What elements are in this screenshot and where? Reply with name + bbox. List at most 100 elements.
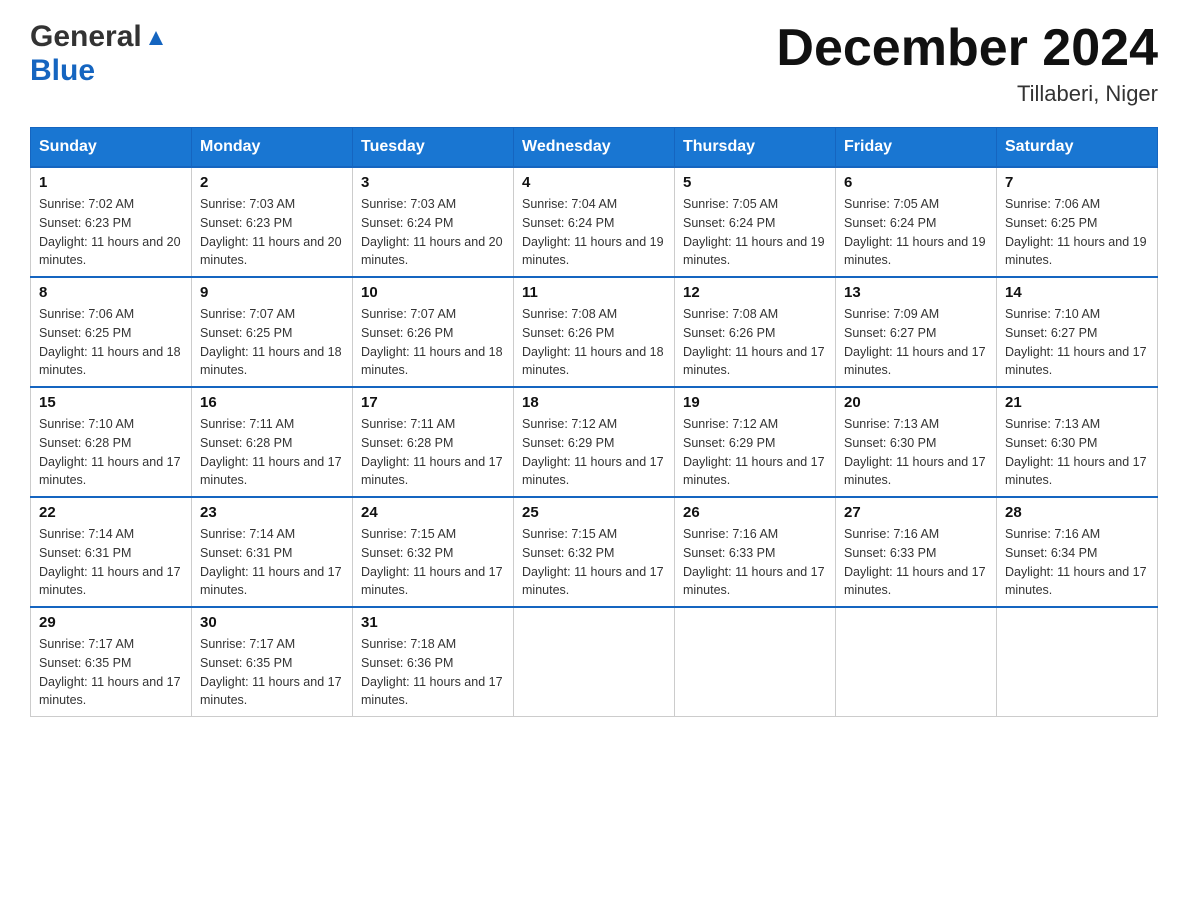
title-area: December 2024 Tillaberi, Niger	[776, 20, 1158, 107]
day-info: Sunrise: 7:16 AMSunset: 6:34 PMDaylight:…	[1005, 525, 1149, 600]
table-row: 6 Sunrise: 7:05 AMSunset: 6:24 PMDaylight…	[836, 167, 997, 277]
table-row: 11 Sunrise: 7:08 AMSunset: 6:26 PMDayligh…	[514, 277, 675, 387]
page-header: General Blue December 2024 Tillaberi, Ni…	[30, 20, 1158, 107]
location-title: Tillaberi, Niger	[776, 81, 1158, 107]
day-info: Sunrise: 7:10 AMSunset: 6:28 PMDaylight:…	[39, 415, 183, 490]
day-info: Sunrise: 7:17 AMSunset: 6:35 PMDaylight:…	[39, 635, 183, 710]
logo: General Blue	[30, 20, 167, 88]
day-info: Sunrise: 7:05 AMSunset: 6:24 PMDaylight:…	[844, 195, 988, 270]
table-row: 13Sunrise: 7:09 AMSunset: 6:27 PMDayligh…	[836, 277, 997, 387]
day-number: 6	[844, 174, 988, 191]
day-info: Sunrise: 7:18 AMSunset: 6:36 PMDaylight:…	[361, 635, 505, 710]
day-info: Sunrise: 7:06 AMSunset: 6:25 PMDaylight:…	[1005, 195, 1149, 270]
day-info: Sunrise: 7:15 AMSunset: 6:32 PMDaylight:…	[522, 525, 666, 600]
day-info: Sunrise: 7:16 AMSunset: 6:33 PMDaylight:…	[844, 525, 988, 600]
day-info: Sunrise: 7:13 AMSunset: 6:30 PMDaylight:…	[844, 415, 988, 490]
day-info: Sunrise: 7:11 AMSunset: 6:28 PMDaylight:…	[200, 415, 344, 490]
day-info: Sunrise: 7:03 AMSunset: 6:24 PMDaylight:…	[361, 195, 505, 270]
table-row	[514, 607, 675, 717]
table-row: 26Sunrise: 7:16 AMSunset: 6:33 PMDayligh…	[675, 497, 836, 607]
table-row: 21Sunrise: 7:13 AMSunset: 6:30 PMDayligh…	[997, 387, 1158, 497]
day-number: 10	[361, 284, 505, 301]
day-number: 8	[39, 284, 183, 301]
col-friday: Friday	[836, 128, 997, 168]
day-number: 4	[522, 174, 666, 191]
logo-general-text: General	[30, 20, 142, 54]
day-number: 15	[39, 394, 183, 411]
table-row: 9 Sunrise: 7:07 AMSunset: 6:25 PMDaylight…	[192, 277, 353, 387]
table-row: 16 Sunrise: 7:11 AMSunset: 6:28 PMDayligh…	[192, 387, 353, 497]
table-row: 4Sunrise: 7:04 AMSunset: 6:24 PMDaylight…	[514, 167, 675, 277]
day-info: Sunrise: 7:02 AMSunset: 6:23 PMDaylight:…	[39, 195, 183, 270]
day-number: 16	[200, 394, 344, 411]
day-info: Sunrise: 7:11 AMSunset: 6:28 PMDaylight:…	[361, 415, 505, 490]
col-monday: Monday	[192, 128, 353, 168]
table-row: 25Sunrise: 7:15 AMSunset: 6:32 PMDayligh…	[514, 497, 675, 607]
month-title: December 2024	[776, 20, 1158, 77]
table-row: 3 Sunrise: 7:03 AMSunset: 6:24 PMDaylight…	[353, 167, 514, 277]
day-info: Sunrise: 7:08 AMSunset: 6:26 PMDaylight:…	[683, 305, 827, 380]
day-info: Sunrise: 7:14 AMSunset: 6:31 PMDaylight:…	[39, 525, 183, 600]
day-number: 12	[683, 284, 827, 301]
day-number: 11	[522, 284, 666, 301]
table-row: 18Sunrise: 7:12 AMSunset: 6:29 PMDayligh…	[514, 387, 675, 497]
table-row: 20 Sunrise: 7:13 AMSunset: 6:30 PMDayligh…	[836, 387, 997, 497]
table-row: 2 Sunrise: 7:03 AMSunset: 6:23 PMDaylight…	[192, 167, 353, 277]
table-row: 22 Sunrise: 7:14 AMSunset: 6:31 PMDayligh…	[31, 497, 192, 607]
table-row: 10 Sunrise: 7:07 AMSunset: 6:26 PMDayligh…	[353, 277, 514, 387]
day-number: 27	[844, 504, 988, 521]
table-row: 17 Sunrise: 7:11 AMSunset: 6:28 PMDayligh…	[353, 387, 514, 497]
logo-triangle-icon	[145, 27, 167, 49]
col-thursday: Thursday	[675, 128, 836, 168]
day-number: 2	[200, 174, 344, 191]
day-number: 5	[683, 174, 827, 191]
day-info: Sunrise: 7:17 AMSunset: 6:35 PMDaylight:…	[200, 635, 344, 710]
day-number: 22	[39, 504, 183, 521]
day-number: 21	[1005, 394, 1149, 411]
table-row: 7 Sunrise: 7:06 AMSunset: 6:25 PMDaylight…	[997, 167, 1158, 277]
day-info: Sunrise: 7:07 AMSunset: 6:25 PMDaylight:…	[200, 305, 344, 380]
calendar-week-row: 1Sunrise: 7:02 AMSunset: 6:23 PMDaylight…	[31, 167, 1158, 277]
day-info: Sunrise: 7:07 AMSunset: 6:26 PMDaylight:…	[361, 305, 505, 380]
day-number: 24	[361, 504, 505, 521]
day-info: Sunrise: 7:10 AMSunset: 6:27 PMDaylight:…	[1005, 305, 1149, 380]
day-number: 30	[200, 614, 344, 631]
day-number: 17	[361, 394, 505, 411]
day-number: 3	[361, 174, 505, 191]
table-row: 15 Sunrise: 7:10 AMSunset: 6:28 PMDayligh…	[31, 387, 192, 497]
day-info: Sunrise: 7:06 AMSunset: 6:25 PMDaylight:…	[39, 305, 183, 380]
table-row: 1Sunrise: 7:02 AMSunset: 6:23 PMDaylight…	[31, 167, 192, 277]
day-info: Sunrise: 7:16 AMSunset: 6:33 PMDaylight:…	[683, 525, 827, 600]
day-number: 9	[200, 284, 344, 301]
day-info: Sunrise: 7:03 AMSunset: 6:23 PMDaylight:…	[200, 195, 344, 270]
col-sunday: Sunday	[31, 128, 192, 168]
table-row: 12 Sunrise: 7:08 AMSunset: 6:26 PMDayligh…	[675, 277, 836, 387]
day-info: Sunrise: 7:15 AMSunset: 6:32 PMDaylight:…	[361, 525, 505, 600]
calendar-week-row: 8 Sunrise: 7:06 AMSunset: 6:25 PMDaylight…	[31, 277, 1158, 387]
table-row	[997, 607, 1158, 717]
table-row: 19 Sunrise: 7:12 AMSunset: 6:29 PMDayligh…	[675, 387, 836, 497]
table-row: 30 Sunrise: 7:17 AMSunset: 6:35 PMDayligh…	[192, 607, 353, 717]
col-tuesday: Tuesday	[353, 128, 514, 168]
day-number: 19	[683, 394, 827, 411]
day-info: Sunrise: 7:12 AMSunset: 6:29 PMDaylight:…	[683, 415, 827, 490]
table-row: 8 Sunrise: 7:06 AMSunset: 6:25 PMDaylight…	[31, 277, 192, 387]
day-info: Sunrise: 7:14 AMSunset: 6:31 PMDaylight:…	[200, 525, 344, 600]
day-info: Sunrise: 7:08 AMSunset: 6:26 PMDaylight:…	[522, 305, 666, 380]
day-info: Sunrise: 7:09 AMSunset: 6:27 PMDaylight:…	[844, 305, 988, 380]
table-row: 29 Sunrise: 7:17 AMSunset: 6:35 PMDayligh…	[31, 607, 192, 717]
calendar-week-row: 29 Sunrise: 7:17 AMSunset: 6:35 PMDayligh…	[31, 607, 1158, 717]
day-number: 20	[844, 394, 988, 411]
table-row: 5Sunrise: 7:05 AMSunset: 6:24 PMDaylight…	[675, 167, 836, 277]
table-row	[836, 607, 997, 717]
table-row	[675, 607, 836, 717]
calendar-table: Sunday Monday Tuesday Wednesday Thursday…	[30, 127, 1158, 717]
table-row: 14Sunrise: 7:10 AMSunset: 6:27 PMDayligh…	[997, 277, 1158, 387]
day-number: 7	[1005, 174, 1149, 191]
calendar-week-row: 22 Sunrise: 7:14 AMSunset: 6:31 PMDayligh…	[31, 497, 1158, 607]
day-number: 29	[39, 614, 183, 631]
col-wednesday: Wednesday	[514, 128, 675, 168]
table-row: 28Sunrise: 7:16 AMSunset: 6:34 PMDayligh…	[997, 497, 1158, 607]
table-row: 24 Sunrise: 7:15 AMSunset: 6:32 PMDayligh…	[353, 497, 514, 607]
logo-blue-text: Blue	[30, 54, 95, 87]
